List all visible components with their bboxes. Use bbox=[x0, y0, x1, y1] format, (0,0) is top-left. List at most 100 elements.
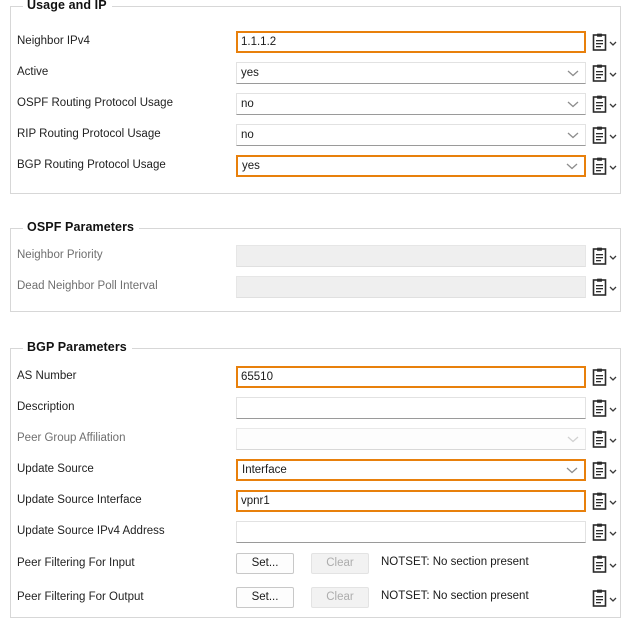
label-peer-filtering-for-output: Peer Filtering For Output bbox=[17, 591, 144, 603]
label-ospf-routing-protocol-usage: OSPF Routing Protocol Usage bbox=[17, 97, 173, 109]
chevron-down-icon[interactable] bbox=[565, 461, 579, 479]
combobox-active[interactable]: yes bbox=[236, 62, 586, 84]
clipboard-icon[interactable] bbox=[592, 399, 607, 417]
chevron-down-icon[interactable] bbox=[609, 132, 617, 140]
chevron-down-icon[interactable] bbox=[609, 70, 617, 78]
clipboard-menu-peer-filtering-for-output[interactable] bbox=[592, 589, 622, 608]
field-container-description bbox=[236, 397, 586, 419]
set-button-peer-filtering-for-input[interactable]: Set... bbox=[236, 553, 294, 574]
field-container-neighbor-ipv4 bbox=[236, 31, 586, 53]
field-container-dead-neighbor-poll-interval bbox=[236, 276, 586, 298]
group-title-ospf-parameters: OSPF Parameters bbox=[23, 220, 140, 234]
label-neighbor-priority: Neighbor Priority bbox=[17, 249, 103, 261]
combobox-rip-routing-protocol-usage[interactable]: no bbox=[236, 124, 586, 146]
status-text-peer-filtering-for-input: NOTSET: No section present bbox=[381, 556, 529, 568]
combobox-value-ospf-routing-protocol-usage: no bbox=[241, 98, 254, 110]
row-ospf-routing-protocol-usage: OSPF Routing Protocol Usage no bbox=[0, 93, 626, 115]
row-bgp-routing-protocol-usage: BGP Routing Protocol Usage yes bbox=[0, 155, 626, 177]
chevron-down-icon[interactable] bbox=[609, 529, 617, 537]
clipboard-icon[interactable] bbox=[592, 492, 607, 510]
chevron-down-icon[interactable] bbox=[609, 595, 617, 603]
clipboard-menu-neighbor-ipv4[interactable] bbox=[592, 33, 622, 52]
row-update-source-ipv4-address: Update Source IPv4 Address bbox=[0, 521, 626, 543]
clipboard-icon[interactable] bbox=[592, 368, 607, 386]
chevron-down-icon[interactable] bbox=[565, 157, 579, 175]
chevron-down-icon[interactable] bbox=[609, 163, 617, 171]
label-active: Active bbox=[17, 66, 49, 78]
combobox-ospf-routing-protocol-usage[interactable]: no bbox=[236, 93, 586, 115]
row-update-source-interface: Update Source Interface bbox=[0, 490, 626, 512]
row-rip-routing-protocol-usage: RIP Routing Protocol Usage no bbox=[0, 124, 626, 146]
clipboard-menu-description[interactable] bbox=[592, 399, 622, 418]
group-title-usage-and-ip: Usage and IP bbox=[23, 0, 112, 12]
chevron-down-icon[interactable] bbox=[609, 405, 617, 413]
input-description[interactable] bbox=[236, 397, 586, 419]
clipboard-icon[interactable] bbox=[592, 64, 607, 82]
chevron-down-icon[interactable] bbox=[609, 253, 617, 261]
clear-button-peer-filtering-for-input: Clear bbox=[311, 553, 369, 574]
clipboard-menu-bgp-routing-protocol-usage[interactable] bbox=[592, 157, 622, 176]
label-update-source: Update Source bbox=[17, 463, 94, 475]
clipboard-icon[interactable] bbox=[592, 555, 607, 573]
input-update-source-ipv4-address[interactable] bbox=[236, 521, 586, 543]
clipboard-menu-peer-group-affiliation[interactable] bbox=[592, 430, 622, 449]
label-as-number: AS Number bbox=[17, 370, 77, 382]
clipboard-menu-dead-neighbor-poll-interval[interactable] bbox=[592, 278, 622, 297]
clipboard-menu-ospf-routing-protocol-usage[interactable] bbox=[592, 95, 622, 114]
input-update-source-interface[interactable] bbox=[236, 490, 586, 512]
clipboard-icon[interactable] bbox=[592, 589, 607, 607]
clipboard-icon[interactable] bbox=[592, 430, 607, 448]
row-dead-neighbor-poll-interval: Dead Neighbor Poll Interval bbox=[0, 276, 626, 298]
field-container-update-source-interface bbox=[236, 490, 586, 512]
row-neighbor-priority: Neighbor Priority bbox=[0, 245, 626, 267]
row-peer-filtering-for-input: Peer Filtering For Input Set... Clear NO… bbox=[0, 553, 626, 575]
chevron-down-icon[interactable] bbox=[566, 63, 580, 83]
chevron-down-icon[interactable] bbox=[566, 125, 580, 145]
label-neighbor-ipv4: Neighbor IPv4 bbox=[17, 35, 90, 47]
chevron-down-icon[interactable] bbox=[609, 467, 617, 475]
input-as-number[interactable] bbox=[236, 366, 586, 388]
clear-button-peer-filtering-for-output: Clear bbox=[311, 587, 369, 608]
chevron-down-icon[interactable] bbox=[609, 498, 617, 506]
set-button-peer-filtering-for-output[interactable]: Set... bbox=[236, 587, 294, 608]
field-container-bgp-routing-protocol-usage: yes bbox=[236, 155, 586, 177]
clipboard-icon[interactable] bbox=[592, 461, 607, 479]
combobox-bgp-routing-protocol-usage[interactable]: yes bbox=[236, 155, 586, 177]
clipboard-menu-as-number[interactable] bbox=[592, 368, 622, 387]
chevron-down-icon[interactable] bbox=[609, 39, 617, 47]
combobox-value-peer-group-affiliation bbox=[241, 429, 563, 449]
chevron-down-icon[interactable] bbox=[609, 284, 617, 292]
config-form-page: Usage and IP Neighbor IPv4 Active yes bbox=[0, 0, 626, 635]
field-container-peer-group-affiliation bbox=[236, 428, 586, 450]
chevron-down-icon[interactable] bbox=[609, 561, 617, 569]
chevron-down-icon[interactable] bbox=[566, 94, 580, 114]
combobox-update-source[interactable]: Interface bbox=[236, 459, 586, 481]
clipboard-menu-active[interactable] bbox=[592, 64, 622, 83]
clipboard-icon[interactable] bbox=[592, 126, 607, 144]
label-update-source-ipv4-address: Update Source IPv4 Address bbox=[17, 525, 165, 537]
row-as-number: AS Number bbox=[0, 366, 626, 388]
clipboard-menu-rip-routing-protocol-usage[interactable] bbox=[592, 126, 622, 145]
chevron-down-icon[interactable] bbox=[609, 374, 617, 382]
clipboard-icon[interactable] bbox=[592, 95, 607, 113]
combobox-value-update-source: Interface bbox=[242, 464, 287, 476]
chevron-down-icon[interactable] bbox=[609, 436, 617, 444]
row-neighbor-ipv4: Neighbor IPv4 bbox=[0, 31, 626, 53]
clipboard-icon[interactable] bbox=[592, 157, 607, 175]
clipboard-icon[interactable] bbox=[592, 278, 607, 296]
clipboard-menu-update-source-ipv4-address[interactable] bbox=[592, 523, 622, 542]
field-container-as-number bbox=[236, 366, 586, 388]
clipboard-menu-update-source-interface[interactable] bbox=[592, 492, 622, 511]
clipboard-menu-peer-filtering-for-input[interactable] bbox=[592, 555, 622, 574]
clipboard-icon[interactable] bbox=[592, 247, 607, 265]
clipboard-icon[interactable] bbox=[592, 33, 607, 51]
clipboard-icon[interactable] bbox=[592, 523, 607, 541]
clipboard-menu-neighbor-priority[interactable] bbox=[592, 247, 622, 266]
label-rip-routing-protocol-usage: RIP Routing Protocol Usage bbox=[17, 128, 161, 140]
row-peer-group-affiliation: Peer Group Affiliation bbox=[0, 428, 626, 450]
field-container-active: yes bbox=[236, 62, 586, 84]
chevron-down-icon[interactable] bbox=[609, 101, 617, 109]
input-neighbor-ipv4[interactable] bbox=[236, 31, 586, 53]
group-title-bgp-parameters: BGP Parameters bbox=[23, 340, 132, 354]
clipboard-menu-update-source[interactable] bbox=[592, 461, 622, 480]
